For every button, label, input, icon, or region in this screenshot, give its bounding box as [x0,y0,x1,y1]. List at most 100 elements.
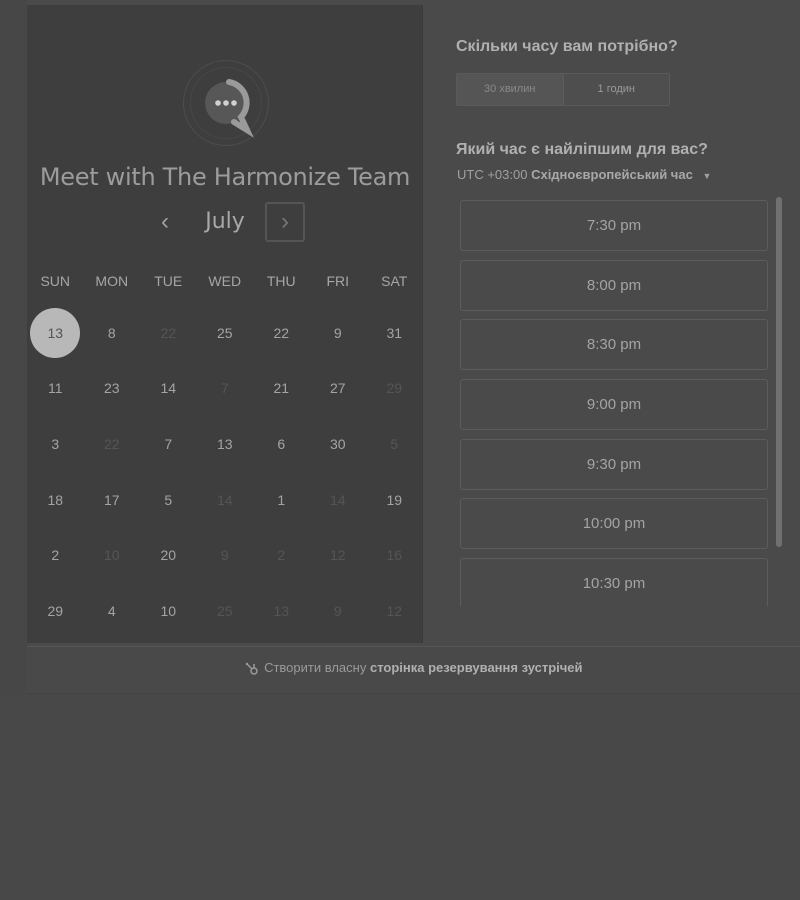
calendar-day: 12 [310,529,367,581]
duration-question: Скільки часу вам потрібно? [456,38,678,55]
calendar-day[interactable]: 4 [84,585,141,637]
calendar-day[interactable]: 25 [197,307,254,359]
calendar-day-number: 21 [273,380,290,397]
calendar-day-selected[interactable]: 13 [27,307,84,359]
calendar-day[interactable]: 11 [27,362,84,414]
prev-month-button[interactable]: ‹ [151,207,179,237]
month-label: July [205,209,245,234]
next-month-button[interactable]: › [265,202,305,242]
timezone-name: Східноєвропейський час [531,167,693,182]
calendar-day-number: 16 [386,547,403,564]
calendar-day-number: 22 [273,324,290,341]
calendar-day: 29 [366,362,423,414]
calendar-day-number: 14 [216,491,233,508]
time-slot-button[interactable]: 7:30 pm [460,200,768,251]
time-slot-button[interactable]: 8:00 pm [460,259,768,311]
calendar-day-number: 9 [220,547,229,564]
calendar-day[interactable]: 1 [253,474,310,526]
left-gutter [0,0,27,694]
calendar-day-number: 7 [164,435,173,452]
time-slot-button[interactable]: 8:30 pm [460,319,768,371]
calendar-day: 13 [253,585,310,637]
calendar-day-number: 27 [329,380,346,397]
calendar-week: 18 17 5 14 1 14 19 [27,472,423,528]
calendar-week: 11 23 14 7 21 27 29 [27,361,423,417]
calendar-day-number: 5 [390,435,399,452]
calendar-day: 25 [197,585,254,637]
calendar-day-number: 2 [277,547,286,564]
calendar-day[interactable]: 31 [366,307,423,359]
calendar-day-number: 12 [386,602,403,619]
weekday-label: SUN [40,273,71,289]
weekday-label: TUE [154,273,183,289]
calendar-day-number: 6 [277,435,286,452]
calendar-day[interactable]: 8 [84,307,141,359]
time-question: Який час є найліпшим для вас? [456,141,708,158]
calendar-day[interactable]: 21 [253,362,310,414]
calendar-day[interactable]: 2 [27,529,84,581]
time-slot-button[interactable]: 9:30 pm [460,438,768,490]
calendar-day-number: 18 [47,491,64,508]
calendar-week: 13 8 22 25 22 9 31 [27,305,423,361]
calendar-day: 7 [197,362,254,414]
calendar-day-number: 2 [51,547,60,564]
time-slot-button[interactable]: 10:00 pm [460,498,768,550]
calendar-day-number: 9 [333,324,342,341]
timezone-selector[interactable]: UTC +03:00 Східноєвропейський час ▼ [457,167,711,182]
day-grid: 13 8 22 25 22 9 31 11 23 14 7 21 27 29 3 22 7 13 6 30 5 18 17 5… [27,305,423,639]
calendar-day[interactable]: 27 [310,362,367,414]
calendar-day: 5 [366,418,423,470]
calendar-day-number: 29 [47,602,64,619]
calendar-day[interactable]: 13 [197,418,254,470]
footer-banner: Створити власну сторінка резервування зу… [27,646,800,694]
calendar-day-number: 3 [51,435,60,452]
calendar-day[interactable]: 18 [27,474,84,526]
calendar-day-number: 30 [329,435,346,452]
weekday-label: SAT [381,273,408,289]
weekday-label: THU [266,273,296,289]
weekday-label: FRI [326,273,350,289]
calendar-day[interactable]: 29 [27,585,84,637]
calendar-day: 22 [140,307,197,359]
calendar-day-number: 4 [107,602,116,619]
calendar-day-number: 13 [273,602,290,619]
duration-option-30min[interactable]: 30 хвилин [457,74,564,105]
footer-prefix: Створити власну [264,660,367,675]
calendar-day[interactable]: 30 [310,418,367,470]
calendar-day-number: 7 [220,380,229,397]
calendar-day[interactable]: 6 [253,418,310,470]
duration-toggle: 30 хвилин 1 годин [456,73,670,106]
calendar-day-number: 10 [160,602,177,619]
time-slot-button[interactable]: 9:00 pm [460,379,768,431]
page-title: Meet with The Harmonize Team [39,163,411,191]
calendar-day[interactable]: 20 [140,529,197,581]
calendar-day: 2 [253,529,310,581]
duration-option-1hour[interactable]: 1 годин [564,74,670,105]
calendar-day[interactable]: 7 [140,418,197,470]
calendar-day: 14 [310,474,367,526]
footer-link[interactable]: сторінка резервування зустрічей [370,660,583,675]
time-slot-list: 7:30 pm 8:00 pm 8:30 pm 9:00 pm 9:30 pm … [460,200,768,606]
time-slot-scrollbar[interactable] [776,197,782,547]
calendar-day[interactable]: 19 [366,474,423,526]
calendar-week: 29 4 10 25 13 9 12 [27,583,423,639]
calendar-day[interactable]: 5 [140,474,197,526]
calendar-day[interactable]: 23 [84,362,141,414]
calendar-day[interactable]: 17 [84,474,141,526]
chat-bubble-icon [205,79,254,138]
calendar-day[interactable]: 14 [140,362,197,414]
calendar-day-number: 25 [216,602,233,619]
calendar-day-number: 22 [160,324,177,341]
calendar-day[interactable]: 10 [140,585,197,637]
calendar-day-number: 1 [277,491,286,508]
calendar-day-number: 29 [386,380,403,397]
calendar-day[interactable]: 22 [253,307,310,359]
calendar-day: 16 [366,529,423,581]
time-slot-button[interactable]: 10:30 pm [460,558,768,606]
timezone-offset: UTC +03:00 [457,167,528,182]
calendar-day[interactable]: 9 [310,307,367,359]
calendar-day[interactable]: 3 [27,418,84,470]
calendar-day-number: 25 [216,324,233,341]
calendar-day: 22 [84,418,141,470]
weekday-header: SUN MON TUE WED THU FRI SAT [27,273,423,293]
